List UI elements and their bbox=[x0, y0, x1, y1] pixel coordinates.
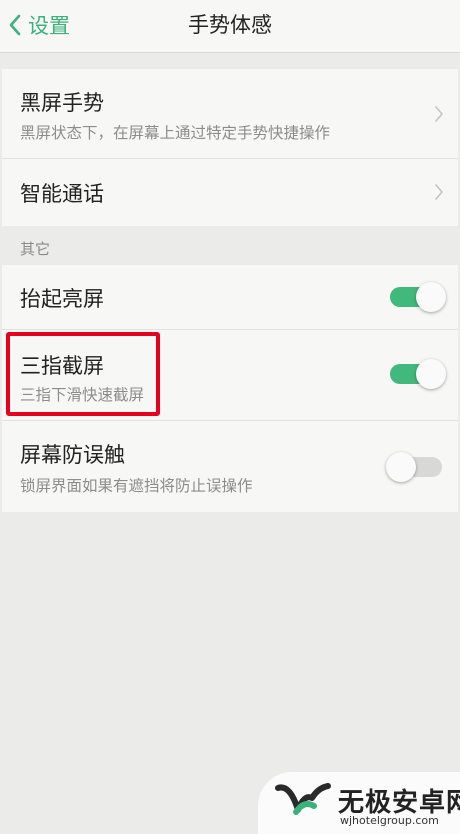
raise-to-wake-toggle[interactable] bbox=[390, 282, 446, 312]
highlight-annotation-box bbox=[6, 332, 160, 416]
watermark-logo-icon bbox=[275, 783, 331, 815]
watermark-url: wjhotelgroup.com bbox=[340, 814, 439, 827]
watermark: 无极安卓网 wjhotelgroup.com bbox=[258, 772, 460, 834]
page-title: 手势体感 bbox=[188, 13, 272, 37]
item-subtitle: 锁屏界面如果有遮挡将防止误操作 bbox=[20, 477, 253, 495]
item-subtitle: 黑屏状态下，在屏幕上通过特定手势快捷操作 bbox=[20, 124, 331, 142]
chevron-right-icon bbox=[435, 106, 443, 122]
item-title: 黑屏手势 bbox=[20, 91, 104, 115]
list-item-smart-call[interactable]: 智能通话 bbox=[2, 159, 458, 226]
chevron-right-icon bbox=[435, 184, 443, 200]
item-title: 抬起亮屏 bbox=[20, 287, 104, 311]
toggle-knob bbox=[416, 282, 446, 312]
accidental-touch-toggle[interactable] bbox=[386, 452, 442, 482]
item-title: 智能通话 bbox=[20, 182, 104, 206]
gesture-settings-group: 黑屏手势 黑屏状态下，在屏幕上通过特定手势快捷操作 智能通话 bbox=[2, 69, 458, 226]
navigation-bar: 设置 手势体感 bbox=[0, 0, 460, 53]
item-title: 屏幕防误触 bbox=[20, 443, 125, 467]
toggle-knob bbox=[386, 452, 416, 482]
section-header-other: 其它 bbox=[20, 240, 51, 258]
list-item-raise-to-wake: 抬起亮屏 bbox=[2, 265, 458, 329]
list-item-black-screen-gesture[interactable]: 黑屏手势 黑屏状态下，在屏幕上通过特定手势快捷操作 bbox=[2, 69, 458, 158]
list-item-accidental-touch-prevention: 屏幕防误触 锁屏界面如果有遮挡将防止误操作 bbox=[2, 421, 458, 512]
toggle-knob bbox=[416, 359, 446, 389]
three-finger-screenshot-toggle[interactable] bbox=[390, 359, 446, 389]
